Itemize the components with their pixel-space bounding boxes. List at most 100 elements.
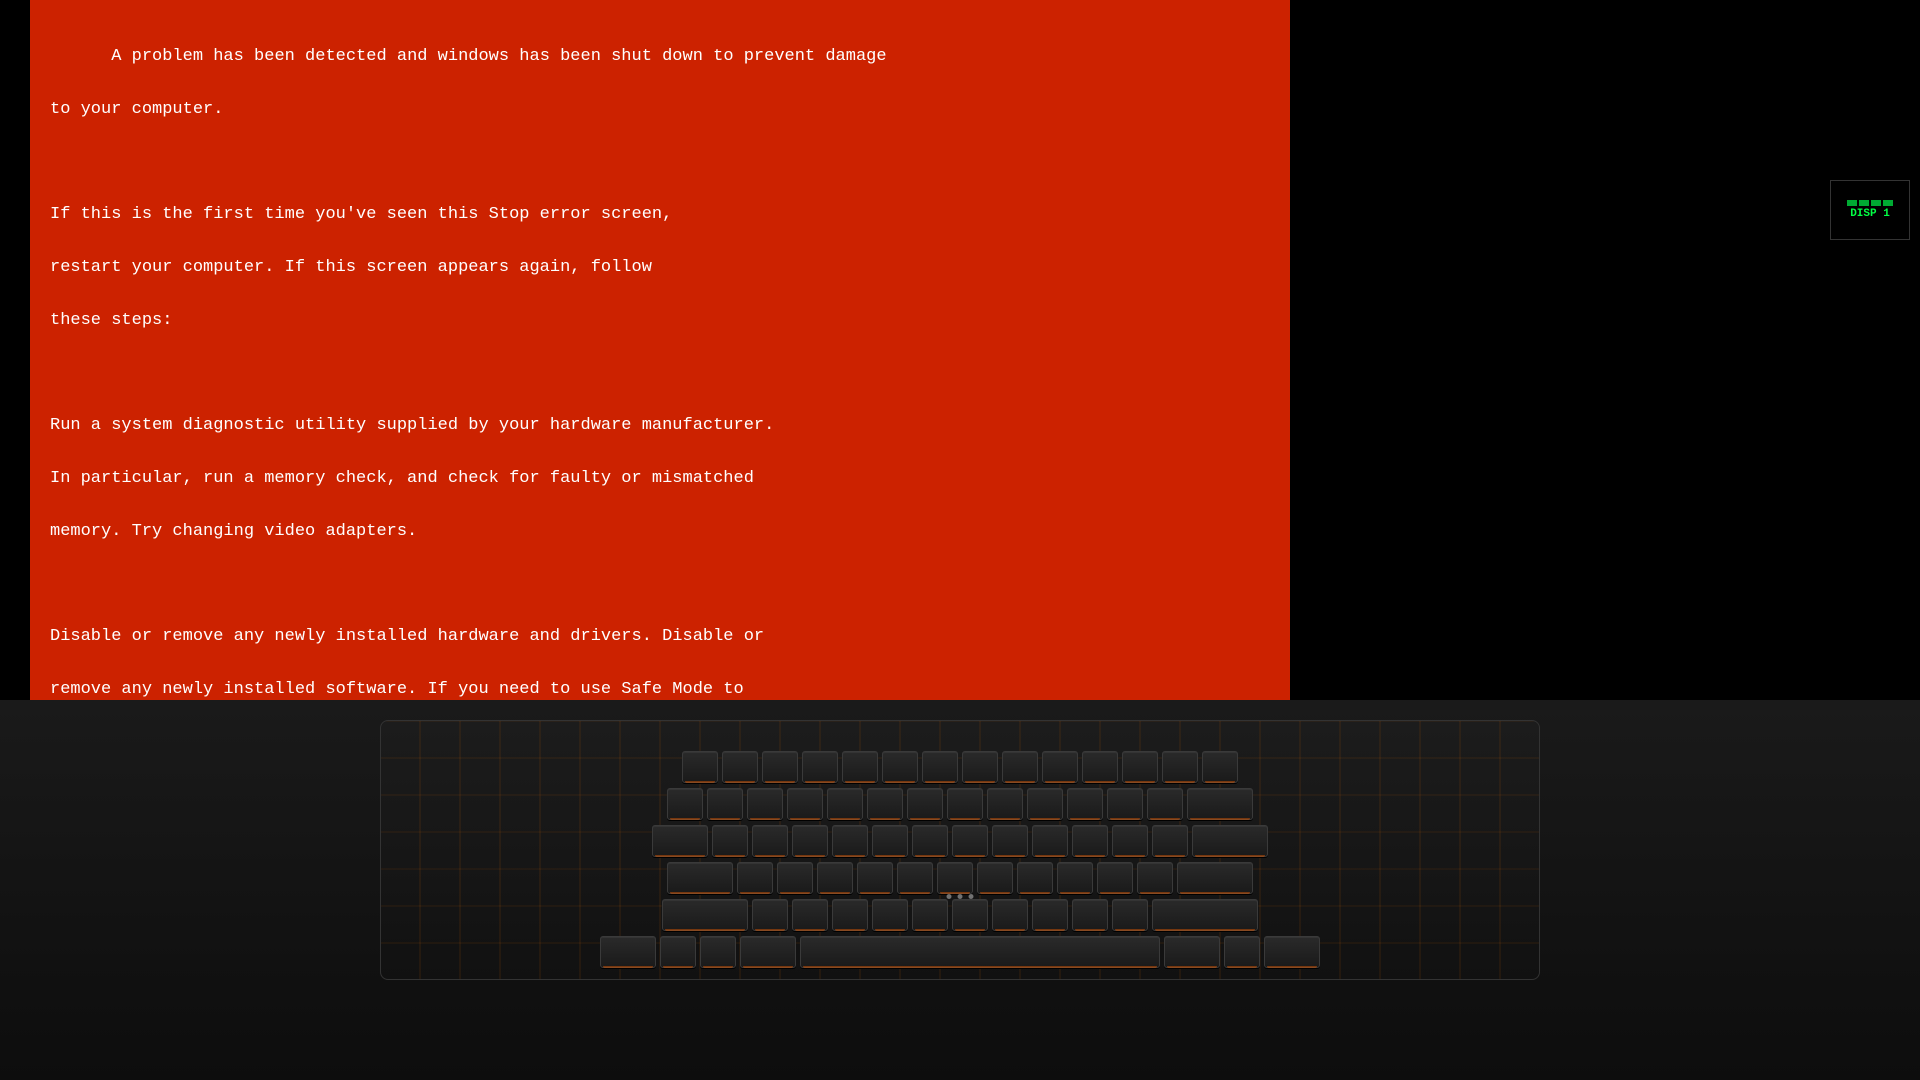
- key-minus[interactable]: [1107, 788, 1143, 820]
- key-row-numbers: [401, 788, 1519, 820]
- key-i[interactable]: [992, 825, 1028, 857]
- key-x[interactable]: [792, 899, 828, 931]
- key-b[interactable]: [912, 899, 948, 931]
- key-f2[interactable]: [762, 751, 798, 783]
- key-u[interactable]: [952, 825, 988, 857]
- bsod-line3: If this is the first time you've seen th…: [50, 205, 672, 224]
- key-space[interactable]: [800, 936, 1160, 968]
- key-v[interactable]: [872, 899, 908, 931]
- laptop-body: [0, 700, 1920, 1080]
- key-h[interactable]: [937, 862, 973, 894]
- key-s[interactable]: [777, 862, 813, 894]
- key-w[interactable]: [752, 825, 788, 857]
- key-fn[interactable]: [660, 936, 696, 968]
- key-comma[interactable]: [1032, 899, 1068, 931]
- key-g[interactable]: [897, 862, 933, 894]
- key-1[interactable]: [707, 788, 743, 820]
- bsod-line7: In particular, run a memory check, and c…: [50, 469, 754, 488]
- key-o[interactable]: [1032, 825, 1068, 857]
- key-f11[interactable]: [1122, 751, 1158, 783]
- key-f4[interactable]: [842, 751, 878, 783]
- key-4[interactable]: [827, 788, 863, 820]
- bsod-line6: Run a system diagnostic utility supplied…: [50, 416, 774, 435]
- key-n[interactable]: [952, 899, 988, 931]
- bsod-line8: memory. Try changing video adapters.: [50, 522, 417, 541]
- bsod-screen: A problem has been detected and windows …: [30, 0, 1290, 720]
- disp-bar-2: [1859, 200, 1869, 206]
- key-esc[interactable]: [682, 751, 718, 783]
- key-l[interactable]: [1057, 862, 1093, 894]
- key-0[interactable]: [1067, 788, 1103, 820]
- key-2[interactable]: [747, 788, 783, 820]
- key-semicolon[interactable]: [1097, 862, 1133, 894]
- key-f5[interactable]: [882, 751, 918, 783]
- key-f7[interactable]: [962, 751, 998, 783]
- key-6[interactable]: [907, 788, 943, 820]
- touchpad-dot-2: [958, 894, 963, 899]
- key-period[interactable]: [1072, 899, 1108, 931]
- key-y[interactable]: [912, 825, 948, 857]
- disp-label: DISP 1: [1850, 208, 1890, 220]
- disp-bar-3: [1871, 200, 1881, 206]
- key-z[interactable]: [752, 899, 788, 931]
- bsod-line2: to your computer.: [50, 100, 223, 119]
- key-row-fn: [401, 751, 1519, 783]
- key-f9[interactable]: [1042, 751, 1078, 783]
- key-win[interactable]: [700, 936, 736, 968]
- key-row-zxcv: [401, 899, 1519, 931]
- key-enter[interactable]: [1192, 825, 1268, 857]
- key-shift-left[interactable]: [662, 899, 748, 931]
- key-8[interactable]: [987, 788, 1023, 820]
- disp-bar-4: [1883, 200, 1893, 206]
- key-f10[interactable]: [1082, 751, 1118, 783]
- key-f1[interactable]: [722, 751, 758, 783]
- key-m[interactable]: [992, 899, 1028, 931]
- key-9[interactable]: [1027, 788, 1063, 820]
- key-alt-left[interactable]: [740, 936, 796, 968]
- key-j[interactable]: [977, 862, 1013, 894]
- key-equals[interactable]: [1147, 788, 1183, 820]
- display-bars: [1847, 200, 1893, 206]
- key-enter-2[interactable]: [1177, 862, 1253, 894]
- key-slash[interactable]: [1112, 899, 1148, 931]
- key-k[interactable]: [1017, 862, 1053, 894]
- key-f8[interactable]: [1002, 751, 1038, 783]
- key-5[interactable]: [867, 788, 903, 820]
- bsod-line9: Disable or remove any newly installed ha…: [50, 627, 764, 646]
- key-p[interactable]: [1072, 825, 1108, 857]
- key-quote[interactable]: [1137, 862, 1173, 894]
- key-q[interactable]: [712, 825, 748, 857]
- key-c[interactable]: [832, 899, 868, 931]
- key-f[interactable]: [857, 862, 893, 894]
- bsod-line10: remove any newly installed software. If …: [50, 680, 744, 699]
- key-d[interactable]: [817, 862, 853, 894]
- touchpad-dots: [947, 894, 974, 899]
- key-f6[interactable]: [922, 751, 958, 783]
- key-alt-right[interactable]: [1164, 936, 1220, 968]
- keyboard-area: [380, 720, 1540, 980]
- key-tab[interactable]: [652, 825, 708, 857]
- key-backtick[interactable]: [667, 788, 703, 820]
- key-del[interactable]: [1202, 751, 1238, 783]
- key-3[interactable]: [787, 788, 823, 820]
- key-ctrl-left[interactable]: [600, 936, 656, 968]
- key-t[interactable]: [872, 825, 908, 857]
- key-a[interactable]: [737, 862, 773, 894]
- touchpad-dot-1: [947, 894, 952, 899]
- key-rbracket[interactable]: [1152, 825, 1188, 857]
- key-7[interactable]: [947, 788, 983, 820]
- disp-bar-1: [1847, 200, 1857, 206]
- key-row-asdf: [401, 862, 1519, 894]
- display-indicator: DISP 1: [1830, 180, 1910, 240]
- key-f3[interactable]: [802, 751, 838, 783]
- key-lbracket[interactable]: [1112, 825, 1148, 857]
- key-r[interactable]: [832, 825, 868, 857]
- key-ctrl-right[interactable]: [1264, 936, 1320, 968]
- key-e[interactable]: [792, 825, 828, 857]
- key-f12[interactable]: [1162, 751, 1198, 783]
- key-backspace[interactable]: [1187, 788, 1253, 820]
- key-fn-right[interactable]: [1224, 936, 1260, 968]
- key-rows: [401, 751, 1519, 973]
- key-caps[interactable]: [667, 862, 733, 894]
- key-shift-right[interactable]: [1152, 899, 1258, 931]
